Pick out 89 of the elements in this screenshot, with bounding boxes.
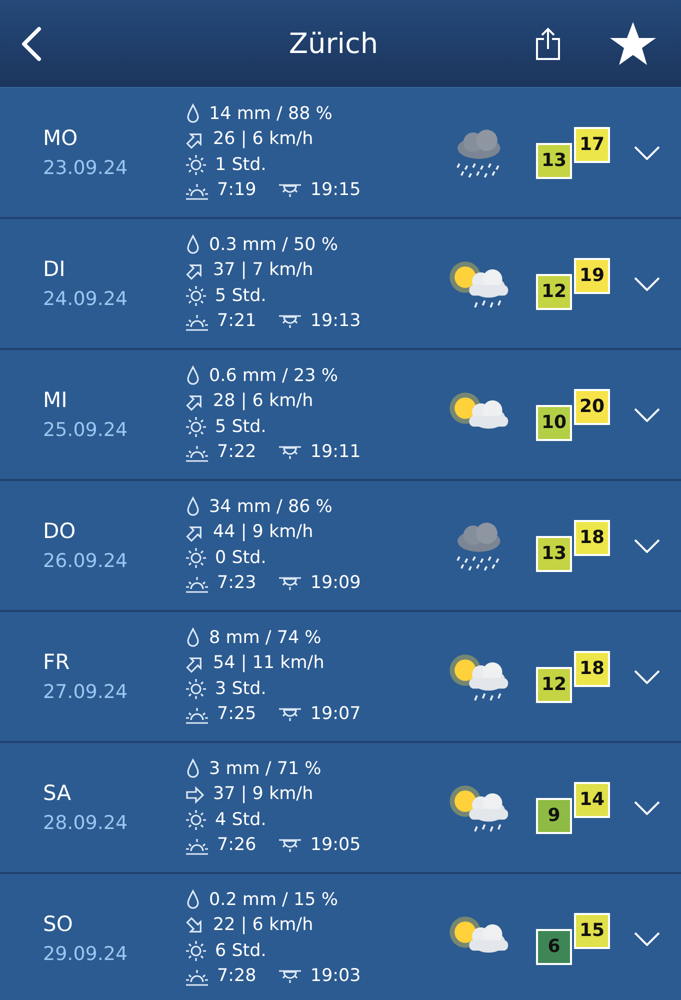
max-temperature: 18 xyxy=(574,520,610,556)
precipitation-text: 14 mm / 88 % xyxy=(209,102,332,126)
wind-text: 26 | 6 km/h xyxy=(213,128,314,151)
droplet-icon xyxy=(185,234,201,256)
sunrise-time: 7:25 xyxy=(217,703,256,726)
share-button[interactable] xyxy=(534,26,561,60)
sunrise-time: 7:22 xyxy=(217,441,256,464)
wind-text: 37 | 9 km/h xyxy=(213,783,314,806)
date-text: 29.09.24 xyxy=(43,942,129,967)
sunshine-hours-text: 6 Std. xyxy=(215,940,266,962)
min-temperature: 12 xyxy=(536,666,572,702)
min-temperature: 6 xyxy=(536,928,572,964)
max-temperature: 19 xyxy=(574,258,610,294)
day-name: DI xyxy=(43,256,66,282)
date-text: 26.09.24 xyxy=(43,549,129,574)
wind-text: 28 | 6 km/h xyxy=(213,390,314,413)
sunset-time: 19:09 xyxy=(310,572,361,595)
expand-chevron-icon[interactable] xyxy=(634,146,660,160)
back-button[interactable] xyxy=(20,26,42,62)
wind-arrow-icon xyxy=(185,784,205,805)
min-temperature: 12 xyxy=(536,274,572,310)
day-name: MI xyxy=(43,386,68,414)
max-temperature: 18 xyxy=(574,650,610,686)
min-temperature: 9 xyxy=(536,798,572,834)
droplet-icon xyxy=(185,627,201,650)
sunshine-hours-text: 5 Std. xyxy=(215,416,266,438)
day-name: SA xyxy=(43,780,72,806)
sunset-time: 19:13 xyxy=(310,310,361,333)
max-temperature: 17 xyxy=(574,126,610,162)
sun-icon xyxy=(185,547,207,570)
wind-text: 44 | 9 km/h xyxy=(213,521,314,544)
sunset-time: 19:15 xyxy=(310,179,361,202)
sunshine-hours-text: 1 Std. xyxy=(215,154,266,176)
day-name: MO xyxy=(43,124,79,152)
sunrise-time: 7:28 xyxy=(217,965,256,988)
min-temperature: 10 xyxy=(536,404,572,440)
date-text: 28.09.24 xyxy=(43,811,129,836)
day-name: SO xyxy=(43,910,74,938)
date-text: 24.09.24 xyxy=(43,287,129,312)
precipitation-text: 8 mm / 74 % xyxy=(209,626,322,650)
expand-chevron-icon[interactable] xyxy=(634,408,660,422)
date-text: 23.09.24 xyxy=(43,156,129,181)
precipitation-text: 34 mm / 86 % xyxy=(209,496,332,518)
sun-icon xyxy=(185,678,207,700)
sunshine-hours-text: 4 Std. xyxy=(215,808,266,832)
day-name: FR xyxy=(43,648,71,676)
expand-chevron-icon[interactable] xyxy=(634,932,660,946)
droplet-icon xyxy=(185,889,201,912)
sunrise-time: 7:19 xyxy=(217,179,256,202)
expand-chevron-icon[interactable] xyxy=(634,276,660,290)
sun-icon xyxy=(185,416,207,438)
wind-text: 22 | 6 km/h xyxy=(213,914,314,937)
max-temperature: 14 xyxy=(574,782,610,818)
day-name: DO xyxy=(43,518,77,544)
min-temperature: 13 xyxy=(536,536,572,572)
sunset-time: 19:05 xyxy=(310,834,361,857)
expand-chevron-icon[interactable] xyxy=(634,800,660,814)
sunrise-time: 7:26 xyxy=(217,834,256,857)
sunshine-hours-text: 3 Std. xyxy=(215,678,266,700)
droplet-icon xyxy=(185,365,201,388)
page-title: Zürich xyxy=(288,26,378,62)
sunrise-time: 7:21 xyxy=(217,310,256,333)
date-text: 27.09.24 xyxy=(43,680,129,705)
sunrise-time: 7:23 xyxy=(217,572,256,595)
max-temperature: 20 xyxy=(574,388,610,424)
droplet-icon xyxy=(185,496,201,518)
sun-icon xyxy=(185,285,207,308)
precipitation-text: 0.3 mm / 50 % xyxy=(209,234,338,256)
precipitation-text: 3 mm / 71 % xyxy=(209,758,322,780)
date-text: 25.09.24 xyxy=(43,418,129,443)
min-temperature: 13 xyxy=(536,142,572,178)
wind-text: 54 | 11 km/h xyxy=(213,652,324,675)
expand-chevron-icon[interactable] xyxy=(634,670,660,684)
droplet-icon xyxy=(185,103,201,126)
sunset-time: 19:07 xyxy=(310,703,361,726)
sun-icon xyxy=(185,154,207,176)
sunset-time: 19:11 xyxy=(310,441,361,464)
expand-chevron-icon[interactable] xyxy=(634,538,660,552)
sunshine-hours-text: 5 Std. xyxy=(215,284,266,308)
sunset-time: 19:03 xyxy=(310,965,361,988)
max-temperature: 15 xyxy=(574,912,610,948)
sun-icon xyxy=(185,940,207,962)
sun-icon xyxy=(185,809,207,832)
sunshine-hours-text: 0 Std. xyxy=(215,546,266,570)
precipitation-text: 0.6 mm / 23 % xyxy=(209,364,338,388)
precipitation-text: 0.2 mm / 15 % xyxy=(209,888,338,912)
wind-text: 37 | 7 km/h xyxy=(213,259,314,282)
droplet-icon xyxy=(185,758,201,780)
favorite-star-button[interactable] xyxy=(608,20,657,66)
